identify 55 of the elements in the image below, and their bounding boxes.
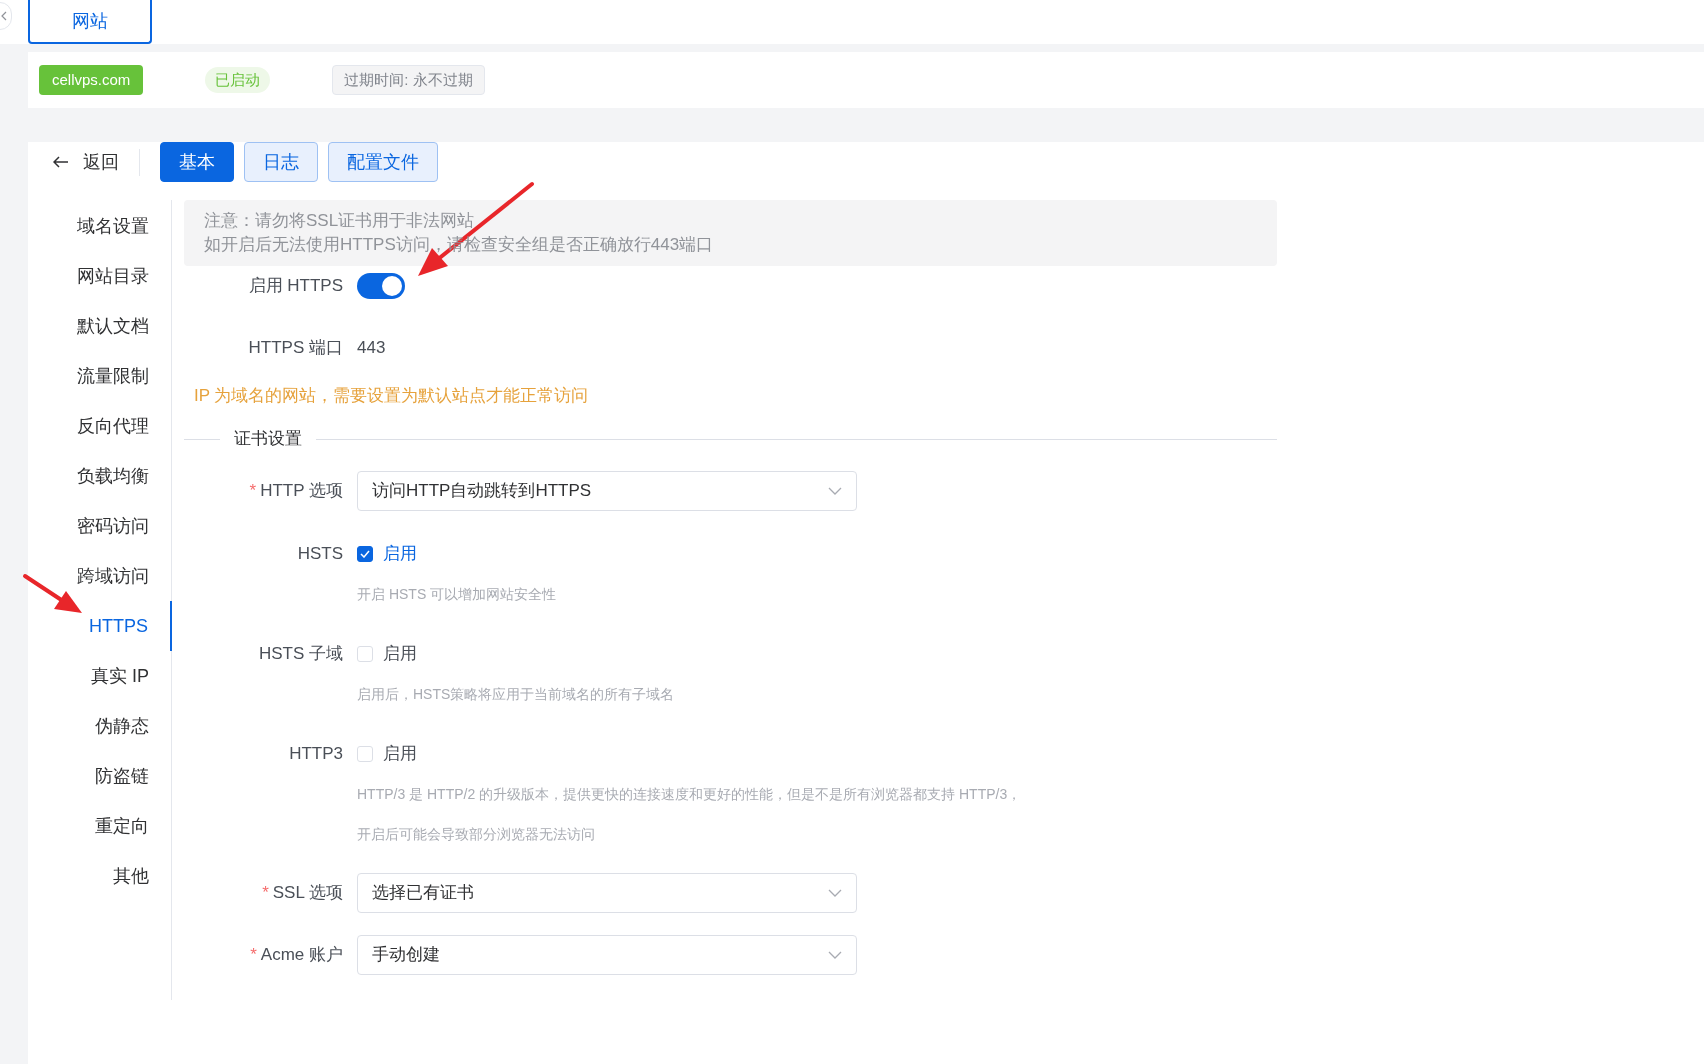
select-field[interactable]: 手动创建 [357, 935, 857, 975]
select-field[interactable]: 访问HTTP自动跳转到HTTPS [357, 471, 857, 511]
back-button[interactable]: 返回 [53, 148, 140, 176]
tab[interactable]: 配置文件 [328, 142, 438, 182]
required-mark: * [262, 883, 269, 903]
chevron-left-icon [1, 11, 7, 21]
sidebar-item[interactable]: 跨域访问 [28, 551, 171, 601]
help-text: 启用后，HSTS策略将应用于当前域名的所有子域名 [357, 684, 675, 704]
help-text: 开启 HSTS 可以增加网站安全性 [357, 584, 557, 604]
section-title: 证书设置 [233, 428, 303, 451]
sidebar-item[interactable]: 反向代理 [28, 401, 171, 451]
field-label: HTTPS 端口 [248, 338, 343, 358]
sidebar-item[interactable]: 其他 [28, 851, 171, 901]
port-value: 443 [357, 337, 386, 360]
checkbox-label[interactable]: 启用 [383, 741, 417, 767]
field-label: HTTP3 [289, 744, 343, 764]
checkbox-label[interactable]: 启用 [383, 641, 417, 667]
checkbox[interactable] [357, 546, 373, 562]
required-mark: * [250, 945, 257, 965]
sidebar-item[interactable]: 网站目录 [28, 251, 171, 301]
field-label: HTTP 选项 [260, 481, 343, 501]
sidebar-item[interactable]: 流量限制 [28, 351, 171, 401]
sidebar-item[interactable]: 域名设置 [28, 201, 171, 251]
arrow-left-icon [53, 156, 69, 168]
chevron-down-icon [828, 951, 842, 959]
select-field[interactable]: 选择已有证书 [357, 873, 857, 913]
field-label: SSL 选项 [272, 883, 343, 903]
sidebar-item[interactable]: 真实 IP [28, 651, 171, 701]
status-badge: 已启动 [205, 67, 271, 93]
field-label: 启用 HTTPS [248, 276, 343, 296]
field-label: Acme 账户 [260, 945, 343, 965]
required-mark: * [249, 481, 257, 501]
sidebar-item[interactable]: 重定向 [28, 801, 171, 851]
chevron-down-icon [828, 889, 842, 897]
checkbox-label[interactable]: 启用 [383, 541, 417, 567]
tab[interactable]: 基本 [160, 142, 234, 182]
sidebar-item[interactable]: 密码访问 [28, 501, 171, 551]
top-tab[interactable]: 网站 [28, 0, 152, 44]
field-label: HSTS 子域 [258, 644, 343, 664]
check-icon [360, 550, 370, 558]
notice-text: 注意：请勿将SSL证书用于非法网站 [204, 211, 475, 230]
help-text: HTTP/3 是 HTTP/2 的升级版本，提供更快的连接速度和更好的性能，但是不是所有浏览器都支持 HTTP/3， [357, 784, 1022, 804]
chevron-down-icon [828, 487, 842, 495]
warning-text: IP 为域名的网站，需要设置为默认站点才能正常访问 [194, 385, 589, 408]
toggle-knob [382, 276, 402, 296]
toggle-switch[interactable] [357, 273, 405, 299]
sidebar-item[interactable]: 伪静态 [28, 701, 171, 751]
tab[interactable]: 日志 [244, 142, 318, 182]
help-text: 开启后可能会导致部分浏览器无法访问 [357, 824, 595, 844]
domain-badge: cellvps.com [39, 65, 144, 95]
expiry-badge: 过期时间: 永不过期 [332, 65, 485, 95]
sidebar-item[interactable]: 负载均衡 [28, 451, 171, 501]
field-label: HSTS [297, 544, 343, 564]
sidebar-item[interactable]: 默认文档 [28, 301, 171, 351]
sidebar-item[interactable]: 防盗链 [28, 751, 171, 801]
